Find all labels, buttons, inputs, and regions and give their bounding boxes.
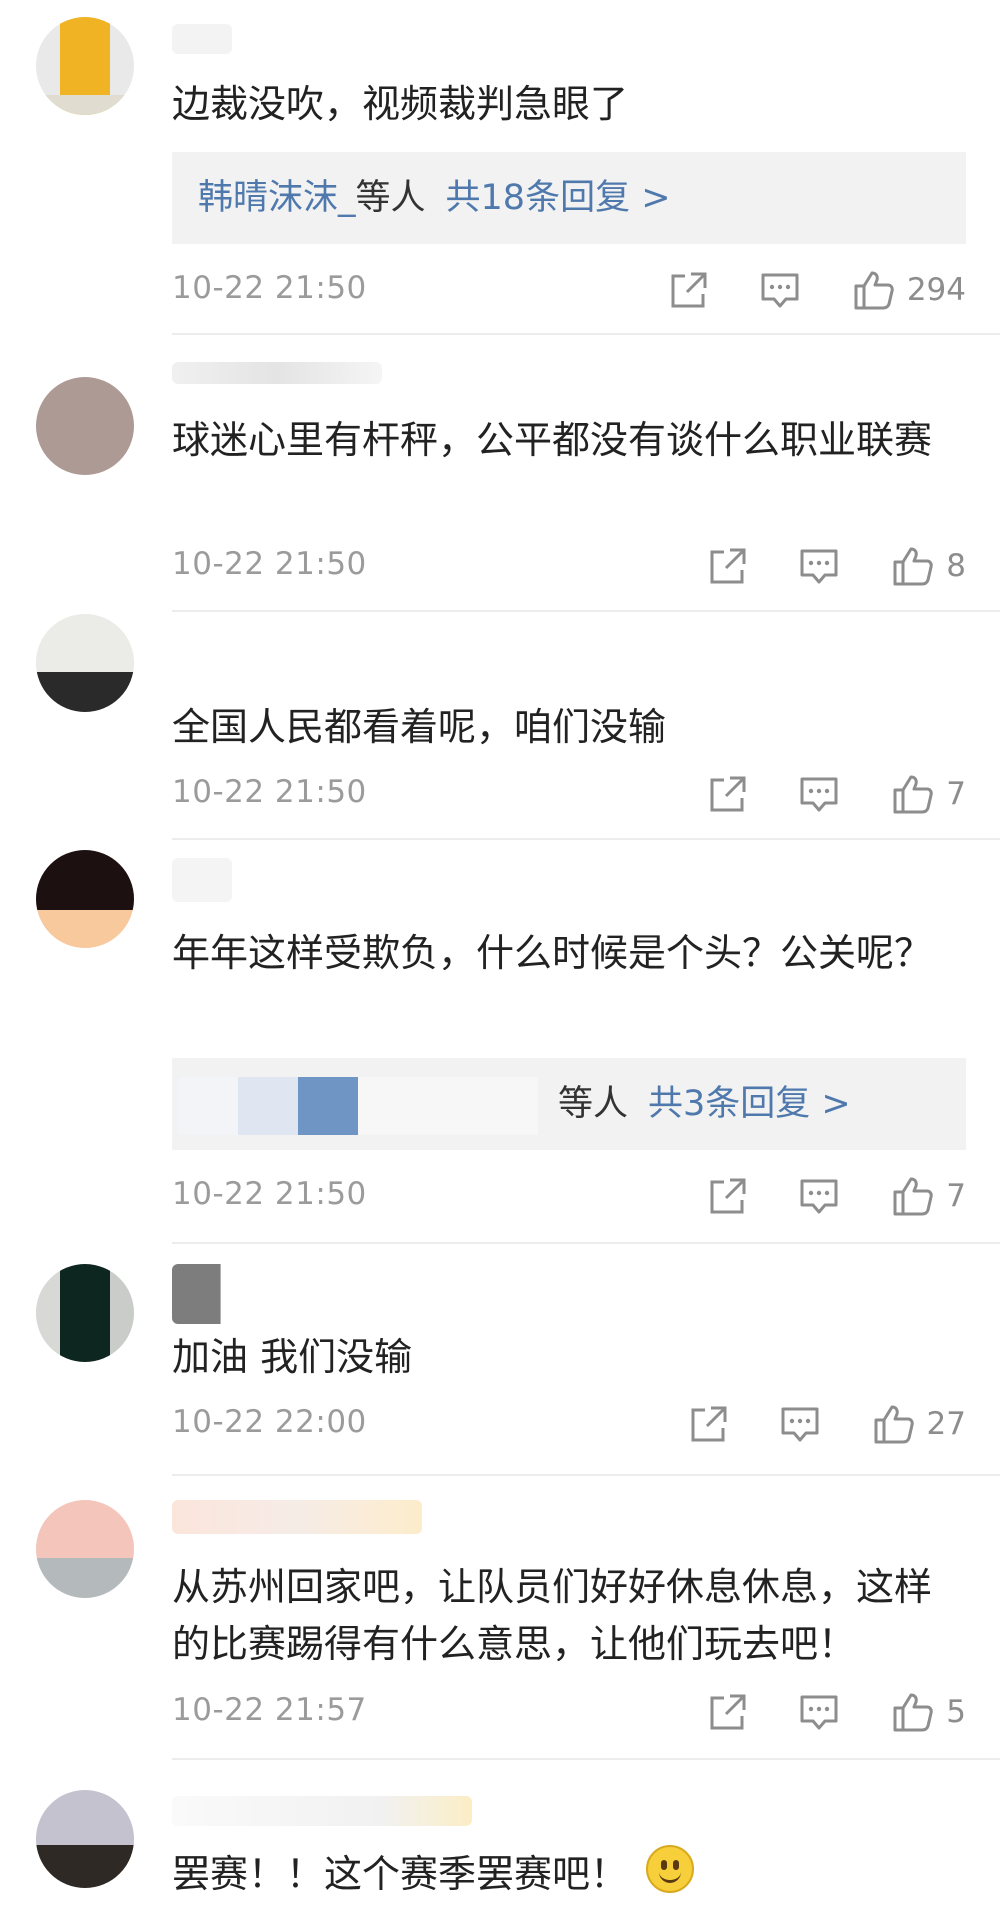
timestamp: 10-22 21:50 bbox=[172, 270, 367, 306]
divider bbox=[172, 1474, 1000, 1476]
comment-icon bbox=[800, 549, 838, 584]
reply-count[interactable]: 共18条回复 > bbox=[446, 178, 671, 218]
comment-icon bbox=[800, 1179, 838, 1214]
comment-icon bbox=[800, 1695, 838, 1730]
comment-text: 加油 我们没输 bbox=[172, 1335, 413, 1379]
divider bbox=[172, 1242, 1000, 1244]
thumbs-up-icon bbox=[893, 1693, 934, 1732]
username-blurred[interactable] bbox=[172, 1500, 422, 1534]
comment-text: 从苏州回家吧，让队员们好好休息休息，这样的比赛踢得有什么意思，让他们玩去吧！ bbox=[172, 1565, 933, 1666]
divider bbox=[172, 333, 1000, 335]
like-count: 7 bbox=[946, 1178, 966, 1214]
comment-button[interactable] bbox=[799, 546, 839, 586]
action-bar: 27 bbox=[689, 1399, 966, 1449]
like-button[interactable]: 7 bbox=[892, 1175, 966, 1217]
action-bar: 7 bbox=[708, 769, 966, 819]
like-count: 27 bbox=[926, 1406, 966, 1442]
thumbs-up-icon bbox=[893, 775, 934, 814]
timestamp: 10-22 21:50 bbox=[172, 774, 367, 810]
username-blurred[interactable] bbox=[172, 858, 232, 902]
share-button[interactable] bbox=[708, 546, 748, 586]
avatar[interactable] bbox=[36, 17, 134, 115]
divider bbox=[172, 610, 1000, 612]
username-blurred[interactable] bbox=[172, 1796, 472, 1826]
like-count: 5 bbox=[946, 1694, 966, 1730]
share-button[interactable] bbox=[708, 774, 748, 814]
username-blurred[interactable] bbox=[172, 1264, 292, 1324]
comment-icon bbox=[761, 273, 799, 308]
avatar[interactable] bbox=[36, 1264, 134, 1362]
username-blurred[interactable] bbox=[172, 362, 382, 384]
comment-button[interactable] bbox=[799, 1176, 839, 1216]
comment-text: 球迷心里有杆秤，公平都没有谈什么职业联赛 bbox=[172, 418, 933, 462]
share-icon bbox=[710, 1178, 746, 1214]
like-count: 7 bbox=[946, 776, 966, 812]
comment-button[interactable] bbox=[780, 1404, 820, 1444]
comment-text: 全国人民都看着呢，咱们没输 bbox=[172, 705, 667, 749]
share-button[interactable] bbox=[689, 1404, 729, 1444]
like-button[interactable]: 27 bbox=[873, 1403, 966, 1445]
comment-text-content: 罢赛！！这个赛季罢赛吧！ bbox=[172, 1852, 629, 1896]
share-icon bbox=[671, 272, 707, 308]
reply-suffix: 等人 bbox=[558, 1084, 629, 1124]
like-count: 8 bbox=[946, 548, 966, 584]
comment-icon bbox=[800, 777, 838, 812]
smile-emoji-icon bbox=[646, 1845, 695, 1893]
divider bbox=[172, 1758, 1000, 1760]
comment-button[interactable] bbox=[799, 1692, 839, 1732]
like-count: 294 bbox=[906, 272, 966, 308]
avatar[interactable] bbox=[36, 850, 134, 948]
avatar[interactable] bbox=[36, 614, 134, 712]
divider bbox=[172, 838, 1000, 840]
reply-suffix: 等人 bbox=[355, 178, 426, 218]
share-button[interactable] bbox=[708, 1692, 748, 1732]
replies-link[interactable]: 等人 共3条回复 > bbox=[172, 1058, 966, 1150]
reply-authors-blurred[interactable] bbox=[178, 1075, 558, 1135]
like-button[interactable]: 5 bbox=[892, 1691, 966, 1733]
like-button[interactable]: 8 bbox=[892, 545, 966, 587]
timestamp: 10-22 21:50 bbox=[172, 546, 367, 582]
comment-icon bbox=[781, 1407, 819, 1442]
share-icon bbox=[691, 1406, 727, 1442]
timestamp: 10-22 21:57 bbox=[172, 1692, 367, 1728]
like-button[interactable]: 294 bbox=[853, 269, 966, 311]
share-button[interactable] bbox=[669, 270, 709, 310]
comment-button[interactable] bbox=[799, 774, 839, 814]
action-bar: 7 bbox=[708, 1171, 966, 1221]
share-icon bbox=[710, 1694, 746, 1730]
reply-count[interactable]: 共3条回复 > bbox=[648, 1084, 851, 1124]
reply-author-name[interactable]: 韩晴沫沫_ bbox=[198, 178, 356, 218]
share-icon bbox=[710, 776, 746, 812]
like-button[interactable]: 7 bbox=[892, 773, 966, 815]
timestamp: 10-22 21:50 bbox=[172, 1176, 367, 1212]
replies-link[interactable]: 韩晴沫沫_等人 共18条回复 > bbox=[172, 152, 966, 244]
action-bar: 5 bbox=[708, 1687, 966, 1737]
thumbs-up-icon bbox=[854, 271, 894, 310]
comment-text: 罢赛！！这个赛季罢赛吧！ bbox=[172, 1845, 962, 1903]
action-bar: 8 bbox=[708, 541, 966, 591]
share-icon bbox=[710, 548, 746, 584]
comment-text: 年年这样受欺负，什么时候是个头？公关呢？ bbox=[172, 931, 933, 975]
thumbs-up-icon bbox=[893, 547, 934, 586]
share-button[interactable] bbox=[708, 1176, 748, 1216]
thumbs-up-icon bbox=[893, 1177, 934, 1216]
timestamp: 10-22 22:00 bbox=[172, 1404, 367, 1440]
thumbs-up-icon bbox=[874, 1405, 914, 1444]
username-blurred[interactable] bbox=[172, 24, 232, 54]
comment-button[interactable] bbox=[760, 270, 800, 310]
action-bar: 294 bbox=[669, 265, 966, 315]
comment-text: 边裁没吹，视频裁判急眼了 bbox=[172, 82, 629, 126]
avatar[interactable] bbox=[36, 1790, 134, 1888]
avatar[interactable] bbox=[36, 1500, 134, 1598]
avatar[interactable] bbox=[36, 377, 134, 475]
